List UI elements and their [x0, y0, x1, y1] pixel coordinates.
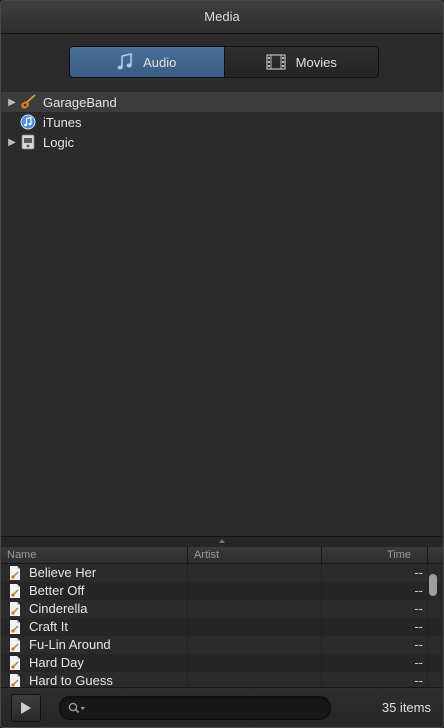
film-strip-icon — [266, 54, 286, 70]
track-time: -- — [322, 582, 428, 600]
track-artist — [188, 618, 322, 636]
play-button[interactable] — [11, 694, 41, 722]
column-header-filler — [428, 547, 443, 563]
audio-file-icon — [9, 656, 21, 670]
track-name: Cinderella — [29, 601, 88, 616]
table-row[interactable]: Cinderella -- — [1, 600, 443, 618]
track-time: -- — [322, 636, 428, 654]
drag-handle-icon — [219, 539, 225, 543]
table-row[interactable]: Fu-Lin Around -- — [1, 636, 443, 654]
item-count-label: 35 items — [381, 700, 431, 715]
track-artist — [188, 654, 322, 672]
media-file-table: Name Artist Time Believe Her -- Better O… — [1, 547, 443, 687]
track-time: -- — [322, 672, 428, 687]
track-name: Fu-Lin Around — [29, 637, 111, 652]
movies-tab[interactable]: Movies — [224, 47, 378, 77]
window-title: Media — [1, 1, 443, 34]
column-header-artist[interactable]: Artist — [188, 547, 322, 563]
track-artist — [188, 636, 322, 654]
track-name: Believe Her — [29, 565, 97, 580]
itunes-icon — [19, 114, 37, 130]
tree-item-itunes[interactable]: ▶ iTunes — [1, 112, 443, 132]
track-name: Hard Day — [29, 655, 84, 670]
audio-file-icon — [9, 674, 21, 687]
audio-file-icon — [9, 602, 21, 616]
column-header-time[interactable]: Time — [322, 547, 428, 563]
search-field[interactable] — [59, 696, 331, 720]
table-scrollbar-thumb[interactable] — [429, 574, 437, 596]
table-row[interactable]: Better Off -- — [1, 582, 443, 600]
tree-item-garageband[interactable]: ▶ GarageBand — [1, 92, 443, 112]
movies-tab-label: Movies — [295, 54, 337, 70]
track-time: -- — [322, 600, 428, 618]
table-row[interactable]: Hard to Guess -- — [1, 672, 443, 687]
search-icon[interactable] — [68, 702, 86, 714]
table-row[interactable]: Hard Day -- — [1, 654, 443, 672]
track-artist — [188, 582, 322, 600]
disclosure-triangle-icon[interactable]: ▶ — [5, 97, 19, 108]
table-row[interactable]: Believe Her -- — [1, 564, 443, 582]
search-input[interactable] — [92, 700, 330, 716]
tree-item-label: Logic — [43, 134, 75, 150]
track-time: -- — [322, 618, 428, 636]
guitar-icon — [19, 94, 37, 110]
track-artist — [188, 672, 322, 687]
tree-item-label: GarageBand — [43, 94, 117, 110]
audio-file-icon — [9, 638, 21, 652]
audio-file-icon — [9, 566, 21, 580]
logic-icon — [19, 134, 37, 150]
source-tree: ▶ GarageBand ▶ iTune — [1, 92, 443, 152]
track-time: -- — [322, 654, 428, 672]
track-artist — [188, 600, 322, 618]
media-browser-window: Media Audio Movies ▶ GarageBand iTunes ▶… — [0, 0, 444, 728]
track-artist — [188, 564, 322, 582]
track-name: Better Off — [29, 583, 85, 598]
audio-tab-label: Audio — [143, 54, 177, 70]
tree-item-logic[interactable]: ▶ Logic — [1, 132, 443, 152]
bottom-toolbar: 35 items — [1, 687, 443, 727]
track-time: -- — [322, 564, 428, 582]
track-name: Hard to Guess — [29, 673, 113, 687]
column-header-name[interactable]: Name — [1, 547, 188, 563]
play-icon — [21, 702, 31, 714]
music-note-icon — [117, 53, 133, 71]
disclosure-triangle-icon[interactable]: ▶ — [5, 137, 19, 148]
audio-file-icon — [9, 620, 21, 634]
track-name: Craft It — [29, 619, 69, 634]
media-type-segmented-control: Audio Movies — [69, 46, 379, 78]
table-body: Believe Her -- Better Off -- Cinderella — [1, 564, 443, 687]
tree-item-label: iTunes — [43, 114, 82, 130]
audio-file-icon — [9, 584, 21, 598]
audio-tab[interactable]: Audio — [70, 47, 225, 77]
table-header: Name Artist Time — [1, 547, 443, 564]
table-row[interactable]: Craft It -- — [1, 618, 443, 636]
